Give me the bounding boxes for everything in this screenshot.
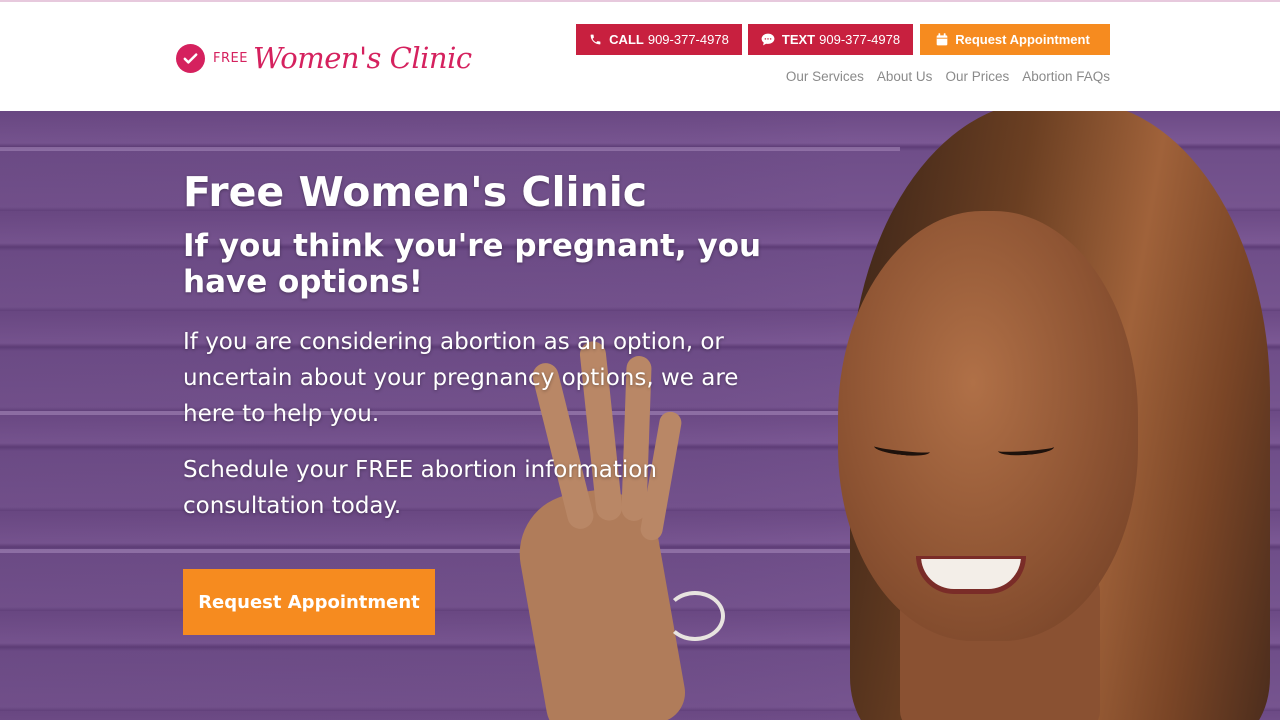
request-appointment-header-button[interactable]: Request Appointment: [920, 24, 1110, 55]
nav-our-prices[interactable]: Our Prices: [945, 69, 1009, 84]
call-number: 909-377-4978: [647, 32, 729, 47]
hero-section: Free Women's Clinic If you think you're …: [0, 111, 1280, 720]
hero-title: Free Women's Clinic: [183, 168, 648, 216]
phone-icon: [589, 33, 602, 46]
site-logo[interactable]: FREE Women's Clinic: [176, 38, 472, 78]
hero-paragraph-2: Schedule your FREE abortion information …: [183, 457, 657, 519]
hero-subtitle: If you think you're pregnant, you have o…: [183, 228, 762, 300]
smile: [916, 556, 1026, 594]
site-header: FREE Women's Clinic CALL 909-377-4978 TE…: [0, 2, 1280, 111]
eye: [873, 440, 931, 458]
call-button[interactable]: CALL 909-377-4978: [576, 24, 742, 55]
text-button[interactable]: TEXT 909-377-4978: [748, 24, 913, 55]
call-label: CALL: [609, 32, 644, 47]
face: [838, 211, 1138, 641]
hero-photo-woman: [830, 111, 1280, 720]
logo-free-text: FREE: [213, 50, 248, 66]
text-label: TEXT: [781, 32, 816, 47]
hero-content: Free Women's Clinic If you think you're …: [183, 166, 803, 524]
request-appointment-hero-button[interactable]: Request Appointment: [183, 569, 435, 635]
main-nav: Our Services About Us Our Prices Abortio…: [786, 69, 1110, 84]
nav-our-services[interactable]: Our Services: [786, 69, 864, 84]
nav-about-us[interactable]: About Us: [877, 69, 933, 84]
wall-seam: [0, 147, 900, 151]
text-number: 909-377-4978: [819, 32, 901, 47]
bracelet: [665, 591, 725, 641]
logo-script-text: Women's Clinic: [252, 41, 472, 75]
wall-seam: [0, 549, 900, 553]
hero-paragraph-1: If you are considering abortion as an op…: [183, 329, 739, 427]
request-appointment-header-label: Request Appointment: [955, 32, 1090, 47]
eye: [997, 441, 1055, 457]
chat-icon: [761, 33, 775, 46]
calendar-icon: [936, 33, 948, 46]
checkmark-icon: [176, 43, 205, 73]
nav-abortion-faqs[interactable]: Abortion FAQs: [1022, 69, 1110, 84]
